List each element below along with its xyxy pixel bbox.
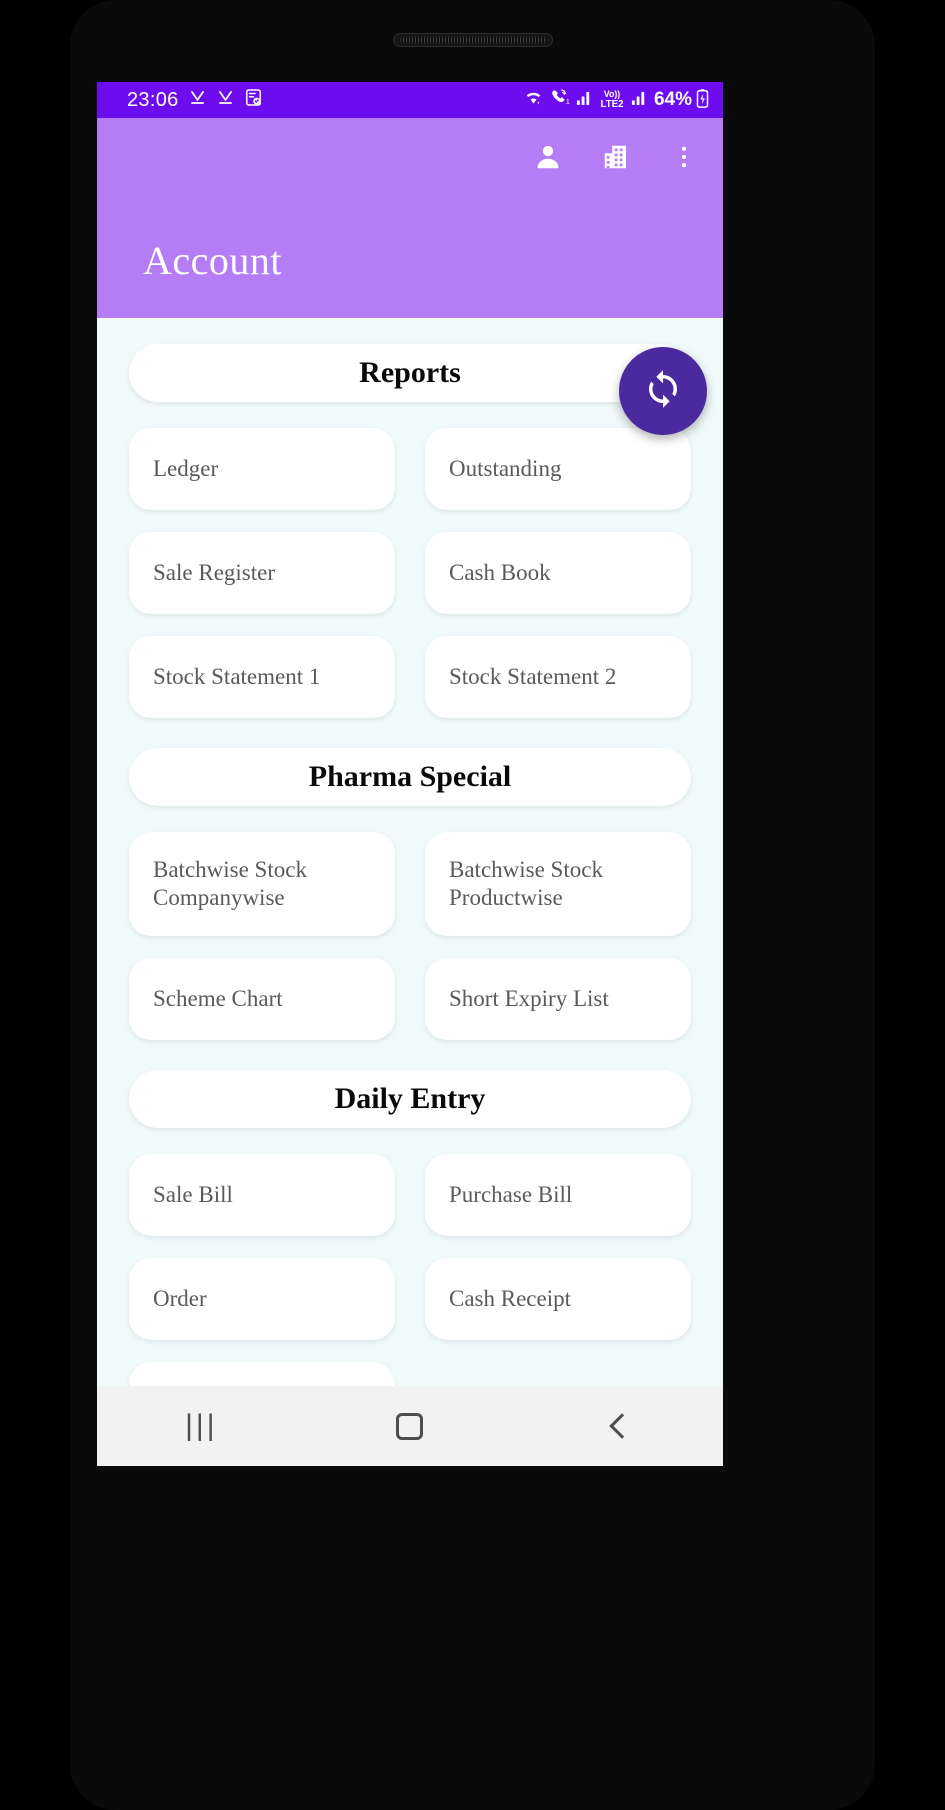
download-arrow-icon [216,88,235,112]
grid-item-stock-statement-1[interactable]: Stock Statement 1 [129,636,395,718]
download-arrow-icon [188,88,207,112]
app-bar: Account [97,118,723,318]
battery-percentage: 64% [653,89,692,110]
lte2-icon: Vo)) LTE2 [597,88,627,113]
android-navigation-bar: ||| [97,1386,723,1466]
section-header-daily-entry[interactable]: Daily Entry [129,1070,691,1128]
section-grid-daily-entry: Sale Bill Purchase Bill Order Cash Recei… [129,1154,691,1386]
grid-item-label: Outstanding [449,455,562,481]
page-title: Account [143,238,283,283]
section-title: Daily Entry [334,1082,486,1115]
grid-item-order[interactable]: Order [129,1258,395,1340]
recents-button[interactable]: ||| [161,1396,241,1456]
grid-item-short-expiry-list[interactable]: Short Expiry List [425,958,691,1040]
signal-bars-icon [576,89,593,111]
recents-icon: ||| [185,1409,218,1442]
sync-icon [642,368,684,415]
grid-item-label: Scheme Chart [153,985,283,1011]
grid-item-common-dr-cr-voucher[interactable]: Common Dr Cr Voucher [129,1362,395,1386]
grid-item-label: Order [153,1285,207,1311]
section-title: Reports [359,356,461,389]
earpiece-speaker [392,33,553,47]
back-button[interactable] [579,1396,659,1456]
sync-fab-button[interactable] [619,347,707,435]
status-time: 23:06 [127,88,179,111]
grid-item-outstanding[interactable]: Outstanding [425,428,691,510]
section-grid-pharma-special: Batchwise Stock Companywise Batchwise St… [129,832,691,1040]
grid-item-label: Ledger [153,455,219,481]
grid-item-label: Purchase Bill [449,1181,573,1207]
grid-item-cash-book[interactable]: Cash Book [425,532,691,614]
grid-item-label: Sale Bill [153,1181,233,1207]
sections-scroll-area[interactable]: Reports Ledger Outstanding Sale Register… [97,318,723,1386]
status-bar-left: 23:06 [127,88,523,112]
section-header-reports[interactable]: Reports [129,344,691,402]
profile-icon[interactable] [531,140,565,174]
grid-item-purchase-bill[interactable]: Purchase Bill [425,1154,691,1236]
grid-item-label: Batchwise Stock Companywise [153,856,307,910]
battery-charging-icon [696,88,709,113]
svg-text:Vo)): Vo)) [604,89,621,99]
status-bar: 23:06 1 Vo)) LTE2 64% [97,82,723,118]
volte-call-icon: 1 [548,88,572,112]
grid-item-label: Sale Register [153,559,275,585]
phone-screen: 23:06 1 Vo)) LTE2 64% Account Reports Le… [97,82,723,1466]
svg-text:LTE2: LTE2 [600,98,623,107]
overflow-menu-icon[interactable] [667,140,701,174]
company-icon[interactable] [599,140,633,174]
grid-item-stock-statement-2[interactable]: Stock Statement 2 [425,636,691,718]
grid-item-batchwise-stock-companywise[interactable]: Batchwise Stock Companywise [129,832,395,936]
grid-item-batchwise-stock-productwise[interactable]: Batchwise Stock Productwise [425,832,691,936]
grid-item-label: Cash Receipt [449,1285,571,1311]
signal-bars-2-icon [631,89,648,111]
grid-item-sale-register[interactable]: Sale Register [129,532,395,614]
status-bar-right: 1 Vo)) LTE2 64% [523,88,709,113]
home-button[interactable] [370,1396,450,1456]
grid-item-label: Stock Statement 1 [153,663,321,689]
grid-item-sale-bill[interactable]: Sale Bill [129,1154,395,1236]
grid-item-cash-receipt[interactable]: Cash Receipt [425,1258,691,1340]
grid-item-scheme-chart[interactable]: Scheme Chart [129,958,395,1040]
section-header-pharma-special[interactable]: Pharma Special [129,748,691,806]
back-chevron-icon [608,1413,635,1439]
section-title: Pharma Special [308,760,512,793]
svg-text:1: 1 [566,98,570,106]
grid-item-ledger[interactable]: Ledger [129,428,395,510]
section-grid-reports: Ledger Outstanding Sale Register Cash Bo… [129,428,691,718]
wifi-icon [523,88,544,112]
home-icon [396,1412,424,1440]
speaker-mesh [399,37,546,43]
grid-item-label: Short Expiry List [449,985,609,1011]
grid-item-label: Cash Book [449,559,551,585]
grid-item-label: Stock Statement 2 [449,663,617,689]
app-bar-actions [531,140,701,174]
note-check-icon [244,88,263,112]
grid-item-label: Batchwise Stock Productwise [449,856,603,910]
